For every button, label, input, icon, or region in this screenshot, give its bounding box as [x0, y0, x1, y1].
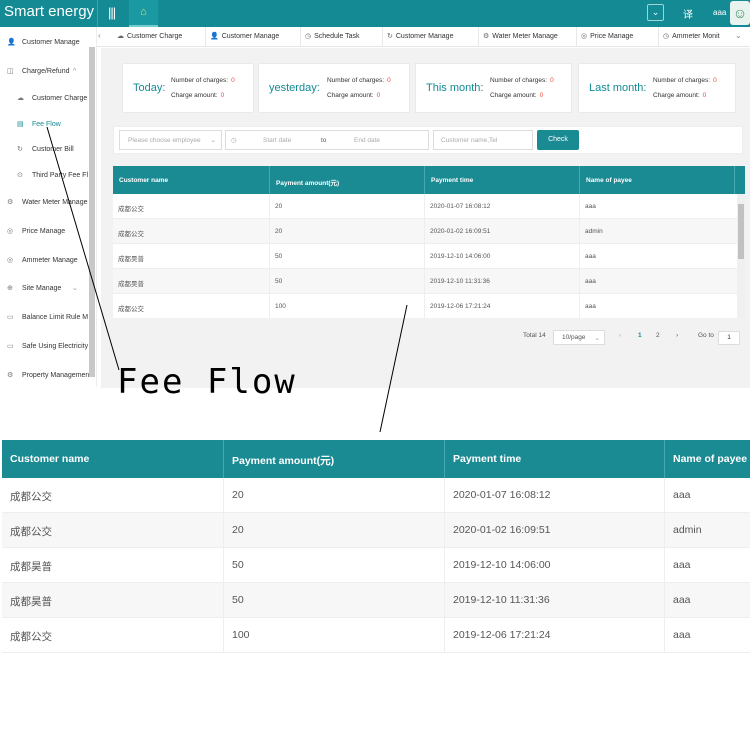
- column-header[interactable]: Payment amount(元): [224, 440, 445, 478]
- table-row[interactable]: 成都公交 20 2020-01-02 16:09:51 admin: [2, 513, 750, 548]
- column-header[interactable]: Name of payee: [665, 440, 750, 478]
- annotated-screenshot: Smart energy ||| ⌂ ⌄ 译 aaa ☺ 👤 Customer M…: [0, 0, 750, 750]
- table-row[interactable]: 成都昊普 50 2019-12-10 14:06:00 aaa: [2, 548, 750, 583]
- zoom-pointer-line: [379, 304, 408, 433]
- column-header[interactable]: Customer name: [2, 440, 224, 478]
- table-row[interactable]: 成都公交 100 2019-12-06 17:21:24 aaa: [2, 618, 750, 653]
- fee-flow-callout: Fee Flow: [117, 362, 297, 402]
- zoomed-table: Customer name Payment amount(元) Payment …: [2, 440, 750, 658]
- table-header: Customer name Payment amount(元) Payment …: [2, 440, 750, 478]
- table-row[interactable]: 成都公交 20 2020-01-07 16:08:12 aaa: [2, 478, 750, 513]
- column-header[interactable]: Payment time: [445, 440, 665, 478]
- table-row[interactable]: 成都昊普 50 2019-12-10 11:31:36 aaa: [2, 583, 750, 618]
- callout-pointer-line: [46, 126, 120, 371]
